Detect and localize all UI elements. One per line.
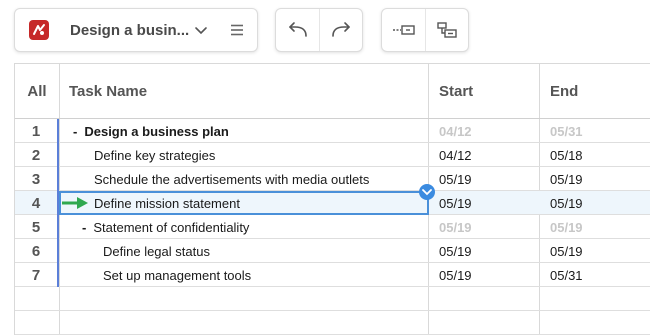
- app-logo-icon[interactable]: [29, 20, 49, 40]
- project-selector-group: Design a busin...: [14, 8, 258, 52]
- start-cell[interactable]: 05/19: [439, 167, 472, 191]
- table-row-selected[interactable]: 4 Define mission statement 05/19 05/19: [15, 184, 650, 215]
- end-cell[interactable]: 05/19: [550, 215, 583, 239]
- row-number[interactable]: 2: [15, 143, 59, 167]
- end-cell[interactable]: 05/18: [550, 143, 583, 167]
- table-row[interactable]: 5 - Statement of confidentiality 05/19 0…: [15, 215, 650, 239]
- table-row[interactable]: 6 Define legal status 05/19 05/19: [15, 239, 650, 263]
- task-name-cell[interactable]: - Design a business plan: [73, 119, 229, 143]
- task-name-header[interactable]: Task Name: [69, 64, 147, 119]
- task-name-cell[interactable]: Schedule the advertisements with media o…: [94, 167, 369, 191]
- task-name-cell[interactable]: - Statement of confidentiality: [82, 215, 249, 239]
- toolbar: Design a busin...: [0, 0, 650, 62]
- empty-row[interactable]: [15, 311, 650, 335]
- select-all-header[interactable]: All: [15, 64, 59, 119]
- end-header[interactable]: End: [550, 64, 578, 119]
- task-grid: All Task Name Start End 1 - Design a bus…: [14, 63, 650, 335]
- task-name-cell[interactable]: Define legal status: [103, 239, 210, 263]
- start-cell[interactable]: 04/12: [439, 143, 472, 167]
- table-row[interactable]: 1 - Design a business plan 04/12 05/31: [15, 119, 650, 143]
- start-cell[interactable]: 04/12: [439, 119, 472, 143]
- arrow-right-icon: [62, 197, 88, 209]
- indent-group: [381, 8, 469, 52]
- task-name-cell[interactable]: Set up management tools: [103, 263, 251, 287]
- chevron-down-icon[interactable]: [193, 22, 209, 38]
- redo-button[interactable]: [319, 9, 362, 51]
- collapse-toggle[interactable]: -: [73, 124, 77, 139]
- project-title[interactable]: Design a busin...: [70, 22, 190, 39]
- row-number[interactable]: 1: [15, 119, 59, 143]
- start-cell[interactable]: 05/19: [439, 239, 472, 263]
- start-cell[interactable]: 05/19: [439, 263, 472, 287]
- table-row[interactable]: 7 Set up management tools 05/19 05/31: [15, 263, 650, 287]
- table-row[interactable]: 3 Schedule the advertisements with media…: [15, 167, 650, 191]
- start-cell[interactable]: 05/19: [439, 215, 472, 239]
- start-header[interactable]: Start: [439, 64, 473, 119]
- table-row[interactable]: 2 Define key strategies 04/12 05/18: [15, 143, 650, 167]
- outdent-icon: [392, 25, 415, 35]
- indent-button[interactable]: [425, 9, 468, 51]
- row-number[interactable]: 3: [15, 167, 59, 191]
- outdent-button[interactable]: [382, 9, 425, 51]
- row-number[interactable]: 5: [15, 215, 59, 239]
- redo-icon: [332, 22, 350, 37]
- undo-icon: [288, 22, 307, 37]
- end-cell[interactable]: 05/19: [550, 191, 583, 215]
- dropdown-toggle-icon[interactable]: [419, 184, 435, 200]
- task-name-cell[interactable]: Define mission statement: [94, 191, 240, 215]
- empty-row[interactable]: [15, 287, 650, 311]
- collapse-toggle[interactable]: -: [82, 220, 86, 235]
- end-cell[interactable]: 05/19: [550, 167, 583, 191]
- row-number[interactable]: 6: [15, 239, 59, 263]
- history-group: [275, 8, 363, 52]
- indent-icon: [437, 22, 457, 38]
- end-cell[interactable]: 05/31: [550, 119, 583, 143]
- grid-header: All Task Name Start End: [15, 64, 650, 119]
- undo-button[interactable]: [276, 9, 319, 51]
- task-name-cell[interactable]: Define key strategies: [94, 143, 215, 167]
- row-number[interactable]: 7: [15, 263, 59, 287]
- end-cell[interactable]: 05/31: [550, 263, 583, 287]
- end-cell[interactable]: 05/19: [550, 239, 583, 263]
- task-name: Design a business plan: [84, 123, 229, 139]
- task-name: Statement of confidentiality: [93, 219, 250, 235]
- hamburger-menu-icon[interactable]: [226, 19, 248, 41]
- row-number[interactable]: 4: [15, 191, 59, 215]
- start-cell[interactable]: 05/19: [439, 191, 472, 215]
